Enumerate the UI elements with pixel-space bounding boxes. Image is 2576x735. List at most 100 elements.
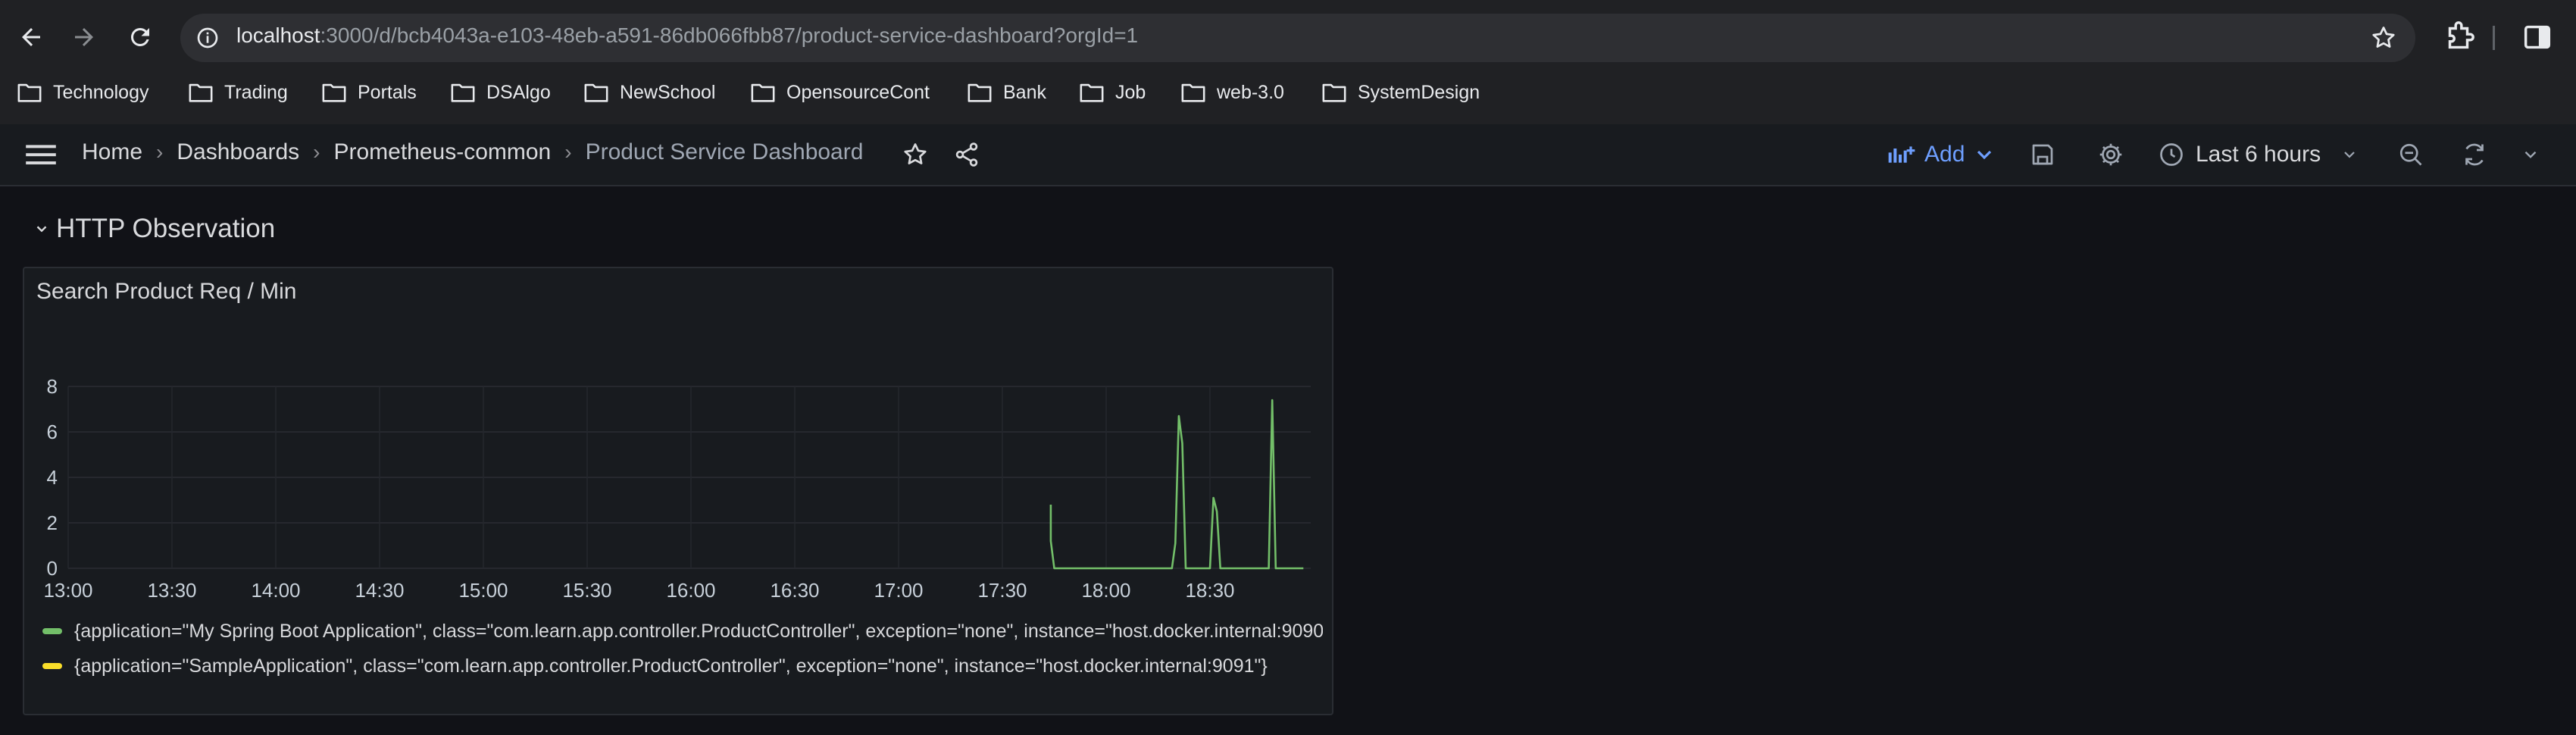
x-tick-label: 13:30	[147, 579, 196, 602]
dashboard-row-toggle[interactable]: HTTP Observation	[33, 214, 275, 244]
share-button[interactable]	[950, 138, 983, 171]
breadcrumb: Home › Dashboards › Prometheus-common › …	[82, 139, 863, 165]
breadcrumb-current: Product Service Dashboard	[585, 139, 864, 164]
y-tick-label: 4	[47, 466, 58, 489]
folder-icon	[968, 83, 992, 102]
folder-icon	[1181, 83, 1205, 102]
legend-swatch	[42, 628, 62, 634]
legend-item[interactable]: {application="SampleApplication", class=…	[42, 649, 1323, 683]
bookmark-label: SystemDesign	[1358, 81, 1480, 103]
chevron-right-icon: ›	[313, 140, 320, 164]
refresh-button[interactable]	[2458, 138, 2491, 171]
legend-swatch	[42, 663, 62, 669]
bookmark-folder[interactable]: DSAlgo	[450, 77, 551, 108]
bookmark-folder[interactable]: NewSchool	[583, 77, 715, 108]
row-title: HTTP Observation	[56, 214, 276, 243]
add-button[interactable]: Add	[1887, 138, 2007, 171]
y-tick-label: 8	[47, 375, 58, 398]
folder-icon	[1080, 83, 1104, 102]
bookmark-label: DSAlgo	[486, 81, 551, 103]
save-icon	[2032, 144, 2053, 165]
save-dashboard-button[interactable]	[2026, 138, 2059, 171]
hamburger-menu-icon[interactable]	[24, 141, 58, 168]
folder-icon	[584, 83, 608, 102]
x-tick-label: 17:30	[977, 579, 1027, 602]
browser-chrome: localhost:3000/d/bcb4043a-e103-48eb-a591…	[0, 0, 2576, 124]
site-info-icon[interactable]	[195, 26, 220, 50]
chevron-right-icon: ›	[564, 140, 572, 164]
timeseries-chart: 0 2 4 6 8 13:00 13:30 14:00 14:30 15:00 15:30 16:00…	[43, 375, 1311, 602]
bookmark-label: web-3.0	[1217, 81, 1284, 103]
zoom-out-button[interactable]	[2394, 138, 2428, 171]
clock-icon	[2160, 143, 2183, 166]
legend-label: {application="My Spring Boot Application…	[74, 620, 1323, 642]
reload-icon	[130, 27, 149, 46]
reload-button[interactable]	[123, 20, 158, 55]
address-bar[interactable]: localhost:3000/d/bcb4043a-e103-48eb-a591…	[180, 14, 2415, 62]
bookmark-folder[interactable]: Technology	[17, 77, 148, 108]
x-tick-label: 18:00	[1081, 579, 1130, 602]
x-tick-label: 17:00	[874, 579, 923, 602]
add-button-label: Add	[1924, 142, 1965, 167]
extensions-button[interactable]	[2441, 20, 2476, 55]
bookmark-label: OpensourceCont	[786, 81, 930, 103]
bookmark-folder[interactable]: Portals	[321, 77, 417, 108]
bookmark-folder[interactable]: web-3.0	[1180, 77, 1284, 108]
bookmark-label: Bank	[1003, 81, 1046, 103]
share-icon	[955, 142, 978, 167]
forward-button[interactable]	[67, 20, 102, 55]
breadcrumb-dashboards[interactable]: Dashboards	[177, 139, 299, 165]
bookmark-folder[interactable]: Bank	[967, 77, 1046, 108]
gear-icon	[2099, 143, 2122, 166]
chevron-down-icon	[36, 226, 47, 233]
chart-legend: {application="My Spring Boot Application…	[42, 614, 1323, 683]
side-panel-button[interactable]	[2520, 20, 2555, 55]
bookmarks-bar: Technology Trading Portals DSAlgo NewSch…	[0, 71, 2576, 114]
bookmark-star-icon[interactable]	[2370, 24, 2397, 52]
bookmark-label: Trading	[224, 81, 288, 103]
chevron-down-icon	[2524, 151, 2537, 158]
bookmark-label: Portals	[358, 81, 417, 103]
x-tick-label: 16:30	[770, 579, 819, 602]
time-range-label: Last 6 hours	[2196, 142, 2321, 167]
url-host: localhost	[236, 23, 320, 47]
folder-icon	[751, 83, 775, 102]
y-tick-label: 0	[47, 557, 58, 580]
add-panel-icon	[1888, 146, 1915, 163]
side-panel-icon	[2524, 25, 2551, 49]
back-button[interactable]	[14, 20, 48, 55]
timeseries-panel[interactable]: Search Product Req / Min 0 2 4 6 8 13:00 13:30…	[23, 267, 1333, 715]
x-tick-label: 16:00	[666, 579, 715, 602]
panel-title: Search Product Req / Min	[36, 279, 297, 304]
bookmark-folder[interactable]: Trading	[188, 77, 288, 108]
breadcrumb-folder[interactable]: Prometheus-common	[333, 139, 551, 165]
time-range-picker[interactable]: Last 6 hours	[2158, 138, 2359, 171]
star-icon	[904, 143, 927, 164]
bookmark-folder[interactable]: SystemDesign	[1321, 77, 1480, 108]
arrow-right-icon	[75, 28, 93, 46]
folder-icon	[189, 83, 213, 102]
breadcrumb-home[interactable]: Home	[82, 139, 142, 165]
url-path: :3000/d/bcb4043a-e103-48eb-a591-86db066f…	[320, 23, 1139, 47]
bookmark-label: Job	[1115, 81, 1146, 103]
bookmark-label: NewSchool	[620, 81, 716, 103]
bookmark-label: Technology	[53, 81, 149, 103]
folder-icon	[322, 83, 346, 102]
y-tick-label: 6	[47, 421, 58, 443]
refresh-interval-dropdown[interactable]	[2514, 138, 2547, 171]
chevron-down-icon	[1977, 150, 1992, 160]
legend-item[interactable]: {application="My Spring Boot Application…	[42, 614, 1323, 649]
chevron-right-icon: ›	[156, 140, 164, 164]
folder-icon	[1322, 83, 1346, 102]
arrow-left-icon	[22, 28, 40, 46]
refresh-icon	[2465, 143, 2484, 166]
bookmark-folder[interactable]: OpensourceCont	[750, 77, 930, 108]
bookmark-folder[interactable]: Job	[1079, 77, 1146, 108]
dashboard-settings-button[interactable]	[2094, 138, 2127, 171]
toolbar-divider	[2493, 26, 2495, 50]
folder-icon	[451, 83, 475, 102]
zoom-out-icon	[2399, 143, 2422, 166]
mark-favorite-button[interactable]	[899, 138, 932, 171]
url-text[interactable]: localhost:3000/d/bcb4043a-e103-48eb-a591…	[236, 23, 1138, 48]
x-tick-label: 15:30	[562, 579, 611, 602]
